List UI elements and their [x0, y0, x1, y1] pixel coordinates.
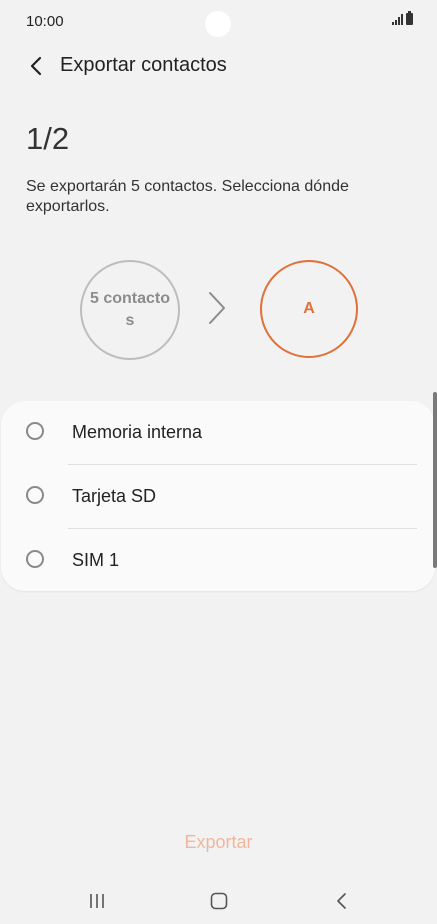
status-time: 10:00	[26, 13, 64, 30]
signal-icon	[392, 13, 403, 25]
option-label: Tarjeta SD	[72, 486, 157, 506]
radio-button[interactable]	[26, 422, 44, 440]
page-title: Exportar contactos	[60, 54, 227, 76]
destination-label: A	[303, 300, 315, 317]
nav-back-icon[interactable]	[334, 891, 348, 911]
recent-apps-icon[interactable]	[89, 892, 105, 910]
storage-options-list: Memoria interna Tarjeta SD SIM 1	[1, 401, 435, 591]
description-text: Se exportarán 5 contactos. Selecciona dó…	[26, 178, 349, 215]
home-icon[interactable]	[210, 892, 228, 910]
option-label: SIM 1	[72, 550, 120, 570]
option-tarjeta-sd[interactable]: Tarjeta SD	[1, 465, 435, 529]
export-button[interactable]: Exportar	[0, 832, 437, 853]
status-icons	[392, 11, 413, 25]
source-label: 5 contacto s	[89, 290, 170, 329]
destination-circle: A	[260, 260, 358, 358]
back-arrow-icon	[30, 56, 42, 76]
chevron-right-icon	[209, 292, 225, 324]
battery-icon	[406, 11, 413, 25]
radio-button[interactable]	[26, 550, 44, 568]
radio-button[interactable]	[26, 486, 44, 504]
step-indicator: 1/2	[26, 121, 70, 156]
navigation-bar	[0, 880, 437, 924]
scrollbar[interactable]	[433, 392, 437, 568]
option-label: Memoria interna	[72, 422, 203, 442]
camera-cutout	[205, 11, 231, 37]
option-memoria-interna[interactable]: Memoria interna	[1, 401, 435, 465]
header: Exportar contactos	[0, 44, 437, 88]
status-bar: 10:00	[0, 0, 437, 44]
source-circle: 5 contacto s	[80, 260, 180, 360]
option-sim-1[interactable]: SIM 1	[1, 529, 435, 593]
back-button[interactable]	[20, 50, 52, 82]
